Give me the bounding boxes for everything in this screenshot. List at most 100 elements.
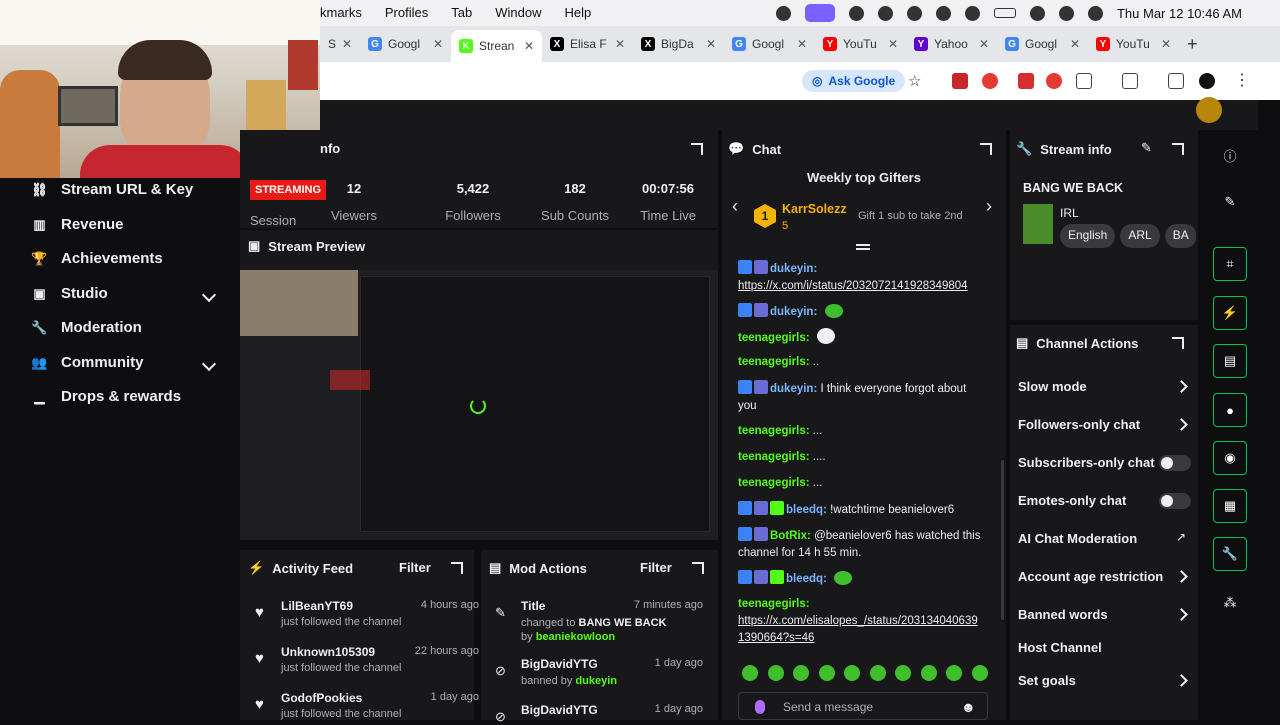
chevron-down-icon[interactable] bbox=[201, 356, 217, 372]
emote-icon[interactable] bbox=[869, 665, 886, 681]
browser-tab[interactable]: Y YouTu ✕ bbox=[1088, 29, 1179, 59]
tab-close-icon[interactable]: ✕ bbox=[524, 39, 534, 53]
search-icon[interactable] bbox=[1058, 5, 1074, 21]
menu-help[interactable]: Help bbox=[564, 5, 591, 20]
screen-record-icon[interactable] bbox=[804, 4, 835, 22]
browser-tab[interactable]: Y Yahoo ✕ bbox=[906, 29, 997, 59]
chevron-down-icon[interactable] bbox=[201, 287, 217, 303]
chat-username[interactable]: teenagegirls: bbox=[738, 598, 810, 610]
chat-username[interactable]: teenagegirls: bbox=[738, 332, 810, 344]
microphone-icon[interactable] bbox=[755, 700, 765, 714]
mod-action-item[interactable]: ✎ Title changed to BANG WE BACK by beaniek… bbox=[495, 599, 703, 644]
chat-message[interactable]: dukeyin: I think everyone forgot about y… bbox=[738, 380, 984, 415]
channel-action-emotes-only-chat[interactable]: Emotes-only chat bbox=[1018, 493, 1126, 508]
tab-close-icon[interactable]: ✕ bbox=[706, 37, 716, 51]
popout-icon[interactable] bbox=[1172, 143, 1184, 155]
channel-action-slow-mode[interactable]: Slow mode bbox=[1018, 379, 1087, 394]
popout-icon[interactable] bbox=[451, 562, 463, 574]
channel-action-ai-chat-moderation[interactable]: AI Chat Moderation bbox=[1018, 531, 1137, 546]
chat-username[interactable]: dukeyin: bbox=[770, 263, 817, 275]
browser-tab[interactable]: X BigDa ✕ bbox=[633, 29, 724, 59]
chat-username[interactable]: teenagegirls: bbox=[738, 477, 810, 489]
channel-action-host-channel[interactable]: Host Channel bbox=[1018, 640, 1102, 655]
tab-close-icon[interactable]: ✕ bbox=[433, 37, 443, 51]
tag-chip[interactable]: English bbox=[1060, 224, 1116, 248]
mod-action-item[interactable]: ⊘ BigDavidYTG banned by dukeyin 1 day ago bbox=[495, 657, 703, 688]
extension-icon[interactable] bbox=[1046, 73, 1062, 89]
sidebar-item-achievements[interactable]: 🏆 Achievements bbox=[31, 250, 162, 267]
tab-close-icon[interactable]: ✕ bbox=[797, 37, 807, 51]
chat-message[interactable]: bleedq: !watchtime beanielover6 bbox=[738, 501, 984, 519]
status-icon[interactable] bbox=[848, 5, 864, 21]
browser-tab[interactable]: X Elisa F ✕ bbox=[542, 29, 633, 59]
rail-layout-button[interactable]: ▦ bbox=[1213, 489, 1247, 523]
chat-scrollbar[interactable] bbox=[1001, 460, 1004, 620]
chat-username[interactable]: bleedq: bbox=[786, 504, 827, 516]
emote-icon[interactable] bbox=[971, 665, 988, 681]
tag-chip[interactable]: ARL bbox=[1120, 224, 1160, 248]
chat-message[interactable]: teenagegirls: ... bbox=[738, 423, 984, 440]
new-tab-icon[interactable]: + bbox=[1187, 34, 1198, 55]
chat-message[interactable]: teenagegirls: .. bbox=[738, 354, 984, 371]
status-icon[interactable] bbox=[877, 5, 893, 21]
channel-action-followers-only-chat[interactable]: Followers-only chat bbox=[1018, 417, 1140, 432]
tag-chip[interactable]: BA bbox=[1164, 224, 1196, 248]
emote-icon[interactable] bbox=[767, 665, 784, 681]
chat-message[interactable]: BotRix: @beanielover6 has watched this c… bbox=[738, 527, 984, 562]
browser-tab[interactable]: G Googl ✕ bbox=[997, 29, 1088, 59]
rail-bolt-button[interactable]: ⚡ bbox=[1213, 296, 1247, 330]
chat-link[interactable]: https://x.com/elisalopes_/status/2031340… bbox=[738, 613, 984, 647]
emote-icon[interactable] bbox=[895, 665, 911, 681]
emote-icon[interactable] bbox=[946, 665, 962, 681]
activity-item[interactable]: ♥ GodofPookies just followed the channel 1 … bbox=[255, 691, 479, 720]
next-gifter-icon[interactable]: › bbox=[986, 196, 992, 217]
media-icon[interactable] bbox=[1168, 73, 1184, 89]
channel-action-set-goals[interactable]: Set goals bbox=[1018, 673, 1076, 688]
toggle-switch[interactable] bbox=[1159, 455, 1191, 471]
play-icon[interactable] bbox=[935, 5, 951, 21]
extension-icon[interactable] bbox=[982, 73, 998, 89]
menu-profiles[interactable]: Profiles bbox=[385, 5, 428, 20]
nodes-icon[interactable]: ⁂ bbox=[1222, 595, 1238, 611]
mod-action-item[interactable]: ⊘ BigDavidYTG 1 day ago bbox=[495, 703, 703, 724]
chat-username[interactable]: teenagegirls: bbox=[738, 425, 810, 437]
activity-item[interactable]: ♥ Unknown105309 just followed the channel 2… bbox=[255, 645, 479, 674]
chat-link[interactable]: https://x.com/i/status/20320721419283498… bbox=[738, 278, 984, 295]
user-avatar[interactable] bbox=[1196, 97, 1222, 123]
emote-icon[interactable] bbox=[844, 665, 860, 681]
external-link-icon[interactable]: ↗ bbox=[1176, 530, 1186, 544]
mod-action-name[interactable]: BigDavidYTG bbox=[521, 703, 598, 717]
emote-icon[interactable] bbox=[920, 665, 937, 681]
rail-notes-button[interactable]: ▤ bbox=[1213, 344, 1247, 378]
bookmark-star-icon[interactable]: ☆ bbox=[908, 72, 921, 90]
chat-message-input[interactable]: Send a message ☻ bbox=[738, 692, 988, 720]
rail-wrench-button[interactable]: 🔧 bbox=[1213, 537, 1247, 571]
chat-message[interactable]: teenagegirls: .... bbox=[738, 449, 984, 466]
emote-icon[interactable] bbox=[742, 665, 758, 681]
status-icon[interactable] bbox=[906, 5, 922, 21]
channel-action-banned-words[interactable]: Banned words bbox=[1018, 607, 1108, 622]
popout-icon[interactable] bbox=[1172, 337, 1184, 349]
sidebar-item-drops-rewards[interactable]: ▁ Drops & rewards bbox=[32, 388, 182, 405]
sidebar-item-community[interactable]: 👥 Community bbox=[31, 354, 143, 371]
mod-filter-button[interactable]: Filter bbox=[640, 560, 672, 575]
chat-username[interactable]: dukeyin: bbox=[770, 306, 817, 318]
menubar-clock[interactable]: Thu Mar 12 10:46 AM bbox=[1117, 6, 1242, 21]
chat-username[interactable]: bleedq: bbox=[786, 573, 827, 585]
browser-tab[interactable]: Y YouTu ✕ bbox=[815, 29, 906, 59]
browser-tab[interactable]: G Googl ✕ bbox=[724, 29, 815, 59]
more-menu-icon[interactable]: ⋮ bbox=[1234, 70, 1250, 90]
sidebar-item-revenue[interactable]: ▥ Revenue bbox=[32, 216, 123, 233]
browser-tab[interactable]: K Strean ✕ bbox=[451, 30, 542, 62]
tab-close-icon[interactable]: ✕ bbox=[1161, 37, 1171, 51]
wifi-icon[interactable] bbox=[1029, 5, 1045, 21]
stream-preview-video[interactable] bbox=[240, 270, 718, 540]
activity-item[interactable]: ♥ LilBeanYT69 just followed the channel 4 h… bbox=[255, 599, 479, 628]
top-gifter-name[interactable]: KarrSolezz bbox=[782, 202, 847, 216]
profile-avatar-icon[interactable] bbox=[1199, 73, 1215, 89]
activity-filter-button[interactable]: Filter bbox=[399, 560, 431, 575]
moon-icon[interactable] bbox=[964, 5, 980, 21]
sidebar-item-studio[interactable]: ▣ Studio bbox=[32, 285, 107, 302]
tab-close-icon[interactable]: ✕ bbox=[979, 37, 989, 51]
emote-icon[interactable] bbox=[818, 665, 835, 681]
